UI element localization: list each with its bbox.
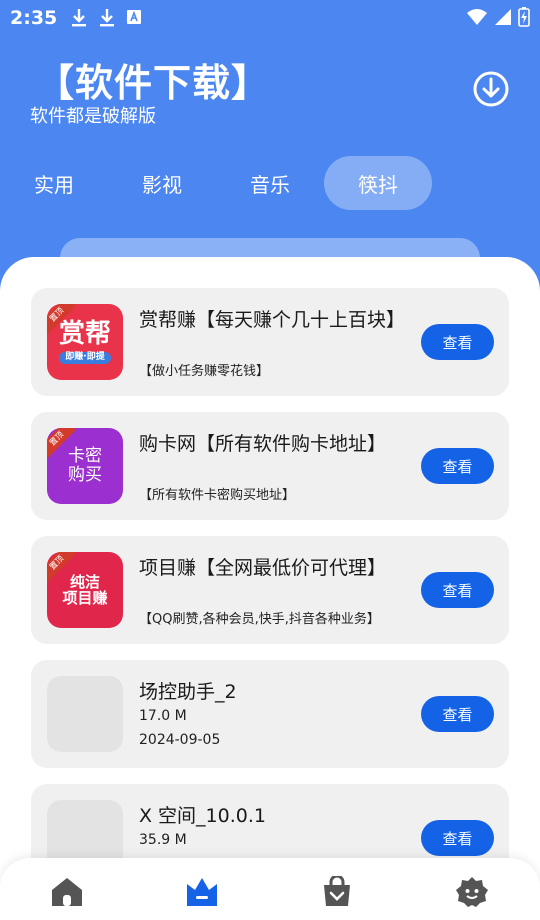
app-size: 17.0 M [139, 708, 187, 724]
view-button[interactable]: 查看 [421, 820, 494, 856]
view-button[interactable]: 查看 [421, 696, 494, 732]
app-icon-gouka: 卡密 购买 置顶 [47, 428, 123, 504]
app-notification-icon [127, 10, 141, 24]
app-icon-label: 纯洁 [69, 572, 100, 591]
list-item[interactable]: 赏帮 即赚·即提 置顶 赏帮赚【每天赚个几十上百块】 【做小任务赚零花钱】 查看 [31, 288, 509, 396]
download-icon [473, 71, 509, 107]
status-time: 2:35 [10, 7, 58, 29]
app-description: 【做小任务赚零花钱】 [139, 364, 270, 379]
view-button[interactable]: 查看 [421, 324, 494, 360]
crown-icon [187, 878, 217, 906]
tab-yingshi[interactable]: 影视 [108, 156, 216, 210]
nav-crown[interactable] [182, 874, 222, 910]
wifi-icon [467, 9, 487, 25]
tab-yinyue[interactable]: 音乐 [216, 156, 324, 210]
app-icon-sublabel: 购买 [68, 465, 102, 485]
category-tabs: 实用 影视 音乐 筷抖 [0, 156, 540, 210]
home-icon [52, 878, 82, 906]
download-notification-icon [72, 9, 86, 27]
list-item[interactable]: 场控助手_2 17.0 M 2024-09-05 查看 [31, 660, 509, 768]
view-button[interactable]: 查看 [421, 448, 494, 484]
app-title: 赏帮赚【每天赚个几十上百块】 [139, 309, 406, 331]
app-icon-sublabel: 即赚·即提 [59, 352, 111, 365]
tab-label: 影视 [142, 172, 182, 197]
bottom-nav [0, 858, 540, 920]
list-item[interactable]: 纯洁 项目赚 置顶 项目赚【全网最低价可代理】 【QQ刷赞,各种会员,快手,抖音… [31, 536, 509, 644]
app-size: 35.9 M [139, 832, 187, 848]
tab-kuaidou[interactable]: 筷抖 [324, 156, 432, 210]
status-bar: 2:35 [0, 0, 540, 38]
app-icon-shangbang: 赏帮 即赚·即提 置顶 [47, 304, 123, 380]
app-title: 场控助手_2 [139, 681, 237, 703]
app-icon-placeholder [47, 676, 123, 752]
app-title: 项目赚【全网最低价可代理】 [139, 557, 387, 579]
app-description: 【QQ刷赞,各种会员,快手,抖音各种业务】 [139, 612, 380, 627]
page-subtitle: 软件都是破解版 [30, 106, 156, 127]
nav-bag[interactable] [317, 874, 357, 910]
app-list: 赏帮 即赚·即提 置顶 赏帮赚【每天赚个几十上百块】 【做小任务赚零花钱】 查看… [0, 257, 540, 920]
tab-shiyong[interactable]: 实用 [0, 156, 108, 210]
signal-icon [495, 9, 511, 25]
app-date: 2024-09-05 [139, 732, 221, 748]
battery-icon [518, 7, 530, 27]
nav-home[interactable] [47, 874, 87, 910]
app-title: 购卡网【所有软件购卡地址】 [139, 433, 387, 455]
tab-label: 音乐 [250, 172, 290, 197]
bag-icon [324, 876, 350, 906]
view-button[interactable]: 查看 [421, 572, 494, 608]
app-icon-label: 卡密 [68, 446, 102, 467]
app-description: 【所有软件卡密购买地址】 [139, 488, 296, 503]
tab-label: 筷抖 [358, 172, 398, 197]
list-item[interactable]: 卡密 购买 置顶 购卡网【所有软件购卡地址】 【所有软件卡密购买地址】 查看 [31, 412, 509, 520]
nav-profile[interactable] [452, 874, 492, 910]
profile-icon [456, 877, 488, 907]
page-title: 【软件下载】 [36, 61, 271, 105]
tab-label: 实用 [34, 172, 74, 197]
notification-icons [70, 8, 142, 28]
download-button[interactable] [472, 70, 510, 108]
app-icon-xiangmu: 纯洁 项目赚 置顶 [47, 552, 123, 628]
app-icon-sublabel: 项目赚 [62, 589, 108, 607]
app-title: X 空间_10.0.1 [139, 805, 266, 827]
system-icons [466, 7, 530, 27]
app-icon-label: 赏帮 [58, 318, 111, 349]
download-notification-icon [100, 9, 114, 27]
